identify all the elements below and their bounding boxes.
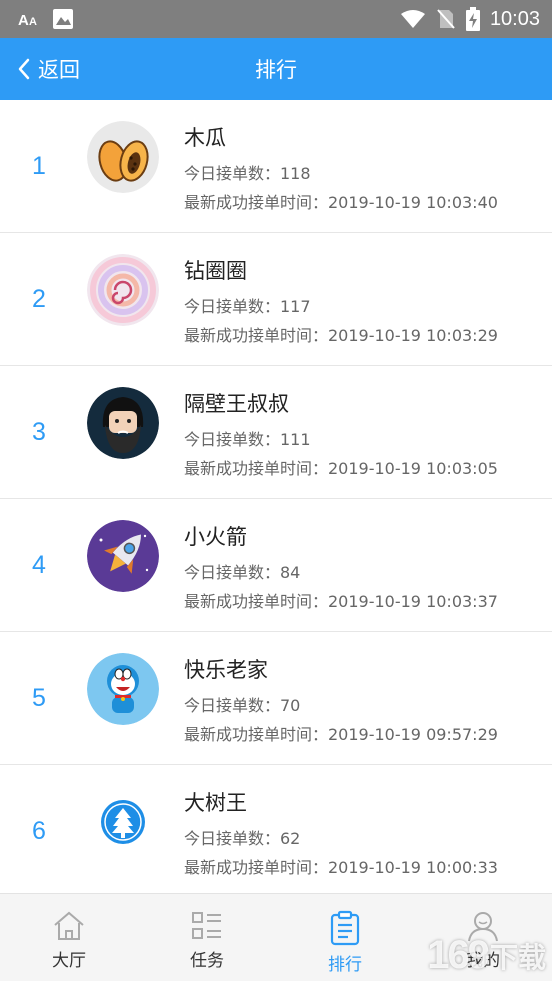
svg-text:A: A — [29, 16, 37, 28]
bottom-nav: 大厅 任务 排行 我的 — [0, 893, 552, 981]
ranking-row[interactable]: 3 隔壁王叔叔 今日接单数：111 最新成功接单时间：2019-10-19 10… — [0, 366, 552, 499]
latest-order-time: 最新成功接单时间：2019-10-19 10:00:33 — [184, 858, 498, 877]
nav-item-ranking[interactable]: 排行 — [276, 894, 414, 981]
image-icon — [52, 8, 74, 30]
status-bar: AA 10:03 — [0, 0, 552, 38]
rank-number: 2 — [32, 285, 46, 313]
back-label: 返回 — [38, 58, 80, 82]
clipboard-icon — [328, 910, 362, 946]
rank-name: 小火箭 — [184, 525, 247, 549]
avatar-papaya — [87, 121, 159, 193]
today-orders: 今日接单数：62 — [184, 829, 301, 848]
page-title: 排行 — [255, 58, 297, 82]
nav-label: 任务 — [190, 951, 224, 971]
ranking-row[interactable]: 2 钻圈圈 今日接单数：117 最新成功接单时间：2019-10-19 10:0… — [0, 233, 552, 366]
today-orders: 今日接单数：117 — [184, 297, 311, 316]
nav-item-hall[interactable]: 大厅 — [0, 894, 138, 981]
ranking-row[interactable]: 6 大树王 今日接单数：62 最新成功接单时间：2019-10-19 10:00… — [0, 765, 552, 898]
rank-number: 5 — [32, 684, 46, 712]
app-header: 返回 排行 — [0, 38, 552, 100]
ranking-row[interactable]: 5 快乐老家 今日接单数：70 最新成功接单时间：2019-10-19 09:5… — [0, 632, 552, 765]
rank-number: 1 — [32, 152, 46, 180]
user-icon — [466, 910, 500, 942]
home-icon — [52, 910, 86, 942]
wifi-icon — [400, 9, 426, 29]
avatar-bearded-man — [87, 387, 159, 459]
rank-name: 快乐老家 — [184, 658, 268, 682]
avatar-doraemon — [87, 653, 159, 725]
latest-order-time: 最新成功接单时间：2019-10-19 10:03:29 — [184, 326, 498, 345]
latest-order-time: 最新成功接单时间：2019-10-19 10:03:37 — [184, 592, 498, 611]
rank-number: 4 — [32, 551, 46, 579]
battery-charging-icon — [465, 7, 480, 31]
nav-item-mine[interactable]: 我的 — [414, 894, 552, 981]
nav-label: 大厅 — [52, 951, 86, 971]
today-orders: 今日接单数：70 — [184, 696, 301, 715]
ranking-row[interactable]: 1 木瓜 今日接单数：118 最新成功接单时间：2019-10-19 10:03… — [0, 100, 552, 233]
nav-item-tasks[interactable]: 任务 — [138, 894, 276, 981]
today-orders: 今日接单数：118 — [184, 164, 311, 183]
rank-name: 钻圈圈 — [184, 259, 247, 283]
rank-name: 木瓜 — [184, 126, 226, 150]
latest-order-time: 最新成功接单时间：2019-10-19 10:03:05 — [184, 459, 498, 478]
today-orders: 今日接单数：84 — [184, 563, 301, 582]
status-time: 10:03 — [489, 7, 540, 30]
nav-label: 排行 — [328, 955, 362, 975]
avatar-rocket — [87, 520, 159, 592]
latest-order-time: 最新成功接单时间：2019-10-19 10:03:40 — [184, 193, 498, 212]
avatar-tree — [87, 786, 159, 858]
task-list-icon — [190, 910, 224, 942]
svg-text:A: A — [18, 12, 29, 28]
chevron-left-icon — [16, 57, 32, 81]
latest-order-time: 最新成功接单时间：2019-10-19 09:57:29 — [184, 725, 498, 744]
ranking-list: 1 木瓜 今日接单数：118 最新成功接单时间：2019-10-19 10:03… — [0, 100, 552, 898]
rank-name: 大树王 — [184, 791, 247, 815]
avatar-swirl — [87, 254, 159, 326]
ranking-row[interactable]: 4 小火箭 今日接单数：84 最新成功接单时间：2019-10-19 10:03… — [0, 499, 552, 632]
rank-name: 隔壁王叔叔 — [184, 392, 289, 416]
back-button[interactable]: 返回 — [16, 38, 80, 100]
font-size-icon: AA — [18, 10, 40, 28]
rank-number: 6 — [32, 817, 46, 845]
rank-number: 3 — [32, 418, 46, 446]
today-orders: 今日接单数：111 — [184, 430, 311, 449]
no-sim-icon — [436, 8, 456, 30]
nav-label: 我的 — [466, 951, 500, 971]
